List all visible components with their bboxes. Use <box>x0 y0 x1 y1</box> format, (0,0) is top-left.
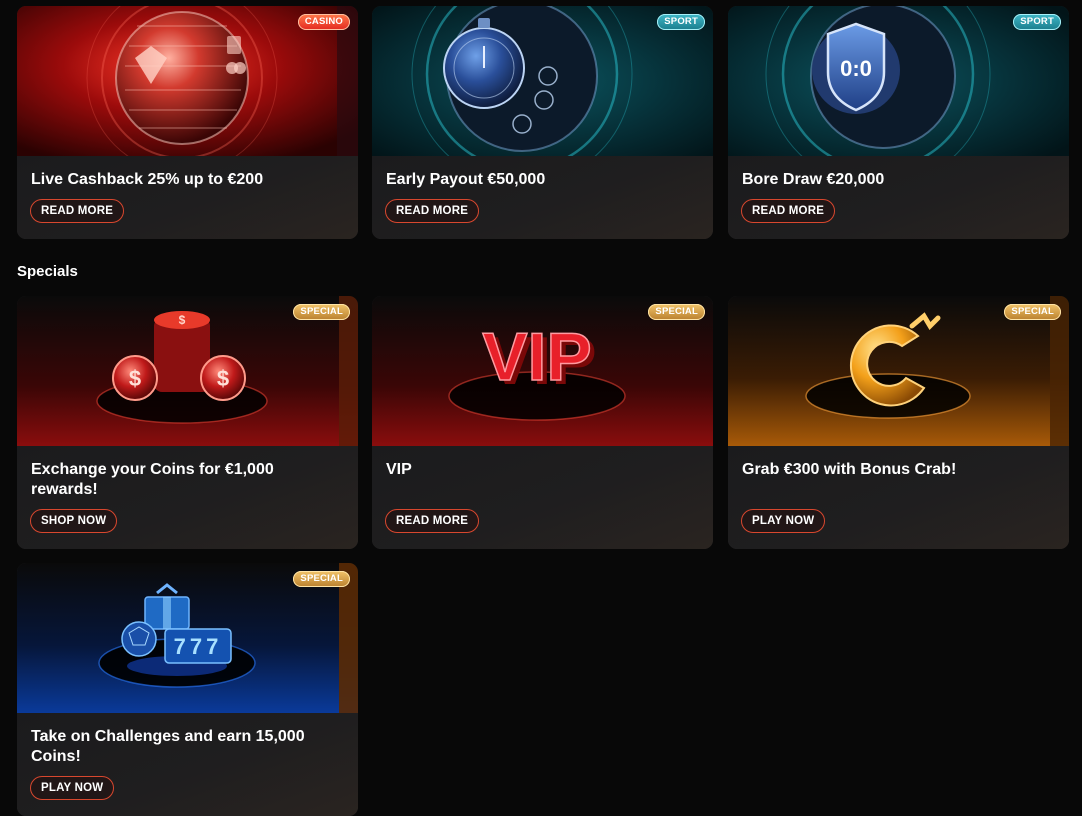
special-card-exchange-coins[interactable]: $ $ $ SPECIAL Exchange your Coins for €1… <box>17 296 358 549</box>
slot-reels-text: 777 <box>174 634 223 659</box>
casino-badge: CASINO <box>297 14 350 30</box>
card-title: Exchange your Coins for €1,000 rewards! <box>31 461 274 498</box>
specials-heading: Specials <box>17 263 78 280</box>
sport-badge: SPORT <box>657 14 705 30</box>
svg-text:$: $ <box>129 366 141 391</box>
card-body: VIP READ MORE <box>372 446 713 549</box>
card-title: Grab €300 with Bonus Crab! <box>742 461 957 478</box>
read-more-button[interactable]: READ MORE <box>30 199 125 223</box>
card-title: Live Cashback 25% up to €200 <box>31 171 264 188</box>
promo-card-live-cashback[interactable]: CASINO Live Cashback 25% up to €200 READ… <box>17 6 358 239</box>
sport-badge: SPORT <box>1013 14 1061 30</box>
special-badge: SPECIAL <box>648 304 705 320</box>
card-body: Take on Challenges and earn 15,000 Coins… <box>17 713 358 816</box>
card-body: Bore Draw €20,000 READ MORE <box>728 156 1069 239</box>
card-title: VIP <box>386 461 412 478</box>
special-badge: SPECIAL <box>293 571 350 587</box>
card-title: Take on Challenges and earn 15,000 Coins… <box>31 728 305 765</box>
read-more-button[interactable]: READ MORE <box>385 199 480 223</box>
special-card-challenges[interactable]: 777 SPECIAL Take on Challenges and earn … <box>17 563 358 816</box>
card-body: Early Payout €50,000 READ MORE <box>372 156 713 239</box>
card-title: Early Payout €50,000 <box>386 171 546 188</box>
card-body: Exchange your Coins for €1,000 rewards! … <box>17 446 358 549</box>
read-more-button[interactable]: READ MORE <box>385 509 480 533</box>
shop-now-button[interactable]: SHOP NOW <box>30 509 118 533</box>
special-badge: SPECIAL <box>1004 304 1061 320</box>
promo-card-bore-draw[interactable]: 0:0 SPORT Bore Draw €20,000 READ MORE <box>728 6 1069 239</box>
special-card-bonus-crab[interactable]: SPECIAL Grab €300 with Bonus Crab! PLAY … <box>728 296 1069 549</box>
play-now-button[interactable]: PLAY NOW <box>741 509 826 533</box>
score-shield-text: 0:0 <box>840 56 872 81</box>
card-body: Live Cashback 25% up to €200 READ MORE <box>17 156 358 239</box>
read-more-button[interactable]: READ MORE <box>741 199 836 223</box>
svg-text:$: $ <box>217 366 229 391</box>
card-title: Bore Draw €20,000 <box>742 171 885 188</box>
card-body: Grab €300 with Bonus Crab! PLAY NOW <box>728 446 1069 549</box>
special-card-vip[interactable]: VIP VIP SPECIAL VIP READ MORE <box>372 296 713 549</box>
svg-text:$: $ <box>179 313 186 327</box>
vip-logo: VIP <box>482 319 592 395</box>
promo-card-early-payout[interactable]: SPORT Early Payout €50,000 READ MORE <box>372 6 713 239</box>
special-badge: SPECIAL <box>293 304 350 320</box>
play-now-button[interactable]: PLAY NOW <box>30 776 115 800</box>
